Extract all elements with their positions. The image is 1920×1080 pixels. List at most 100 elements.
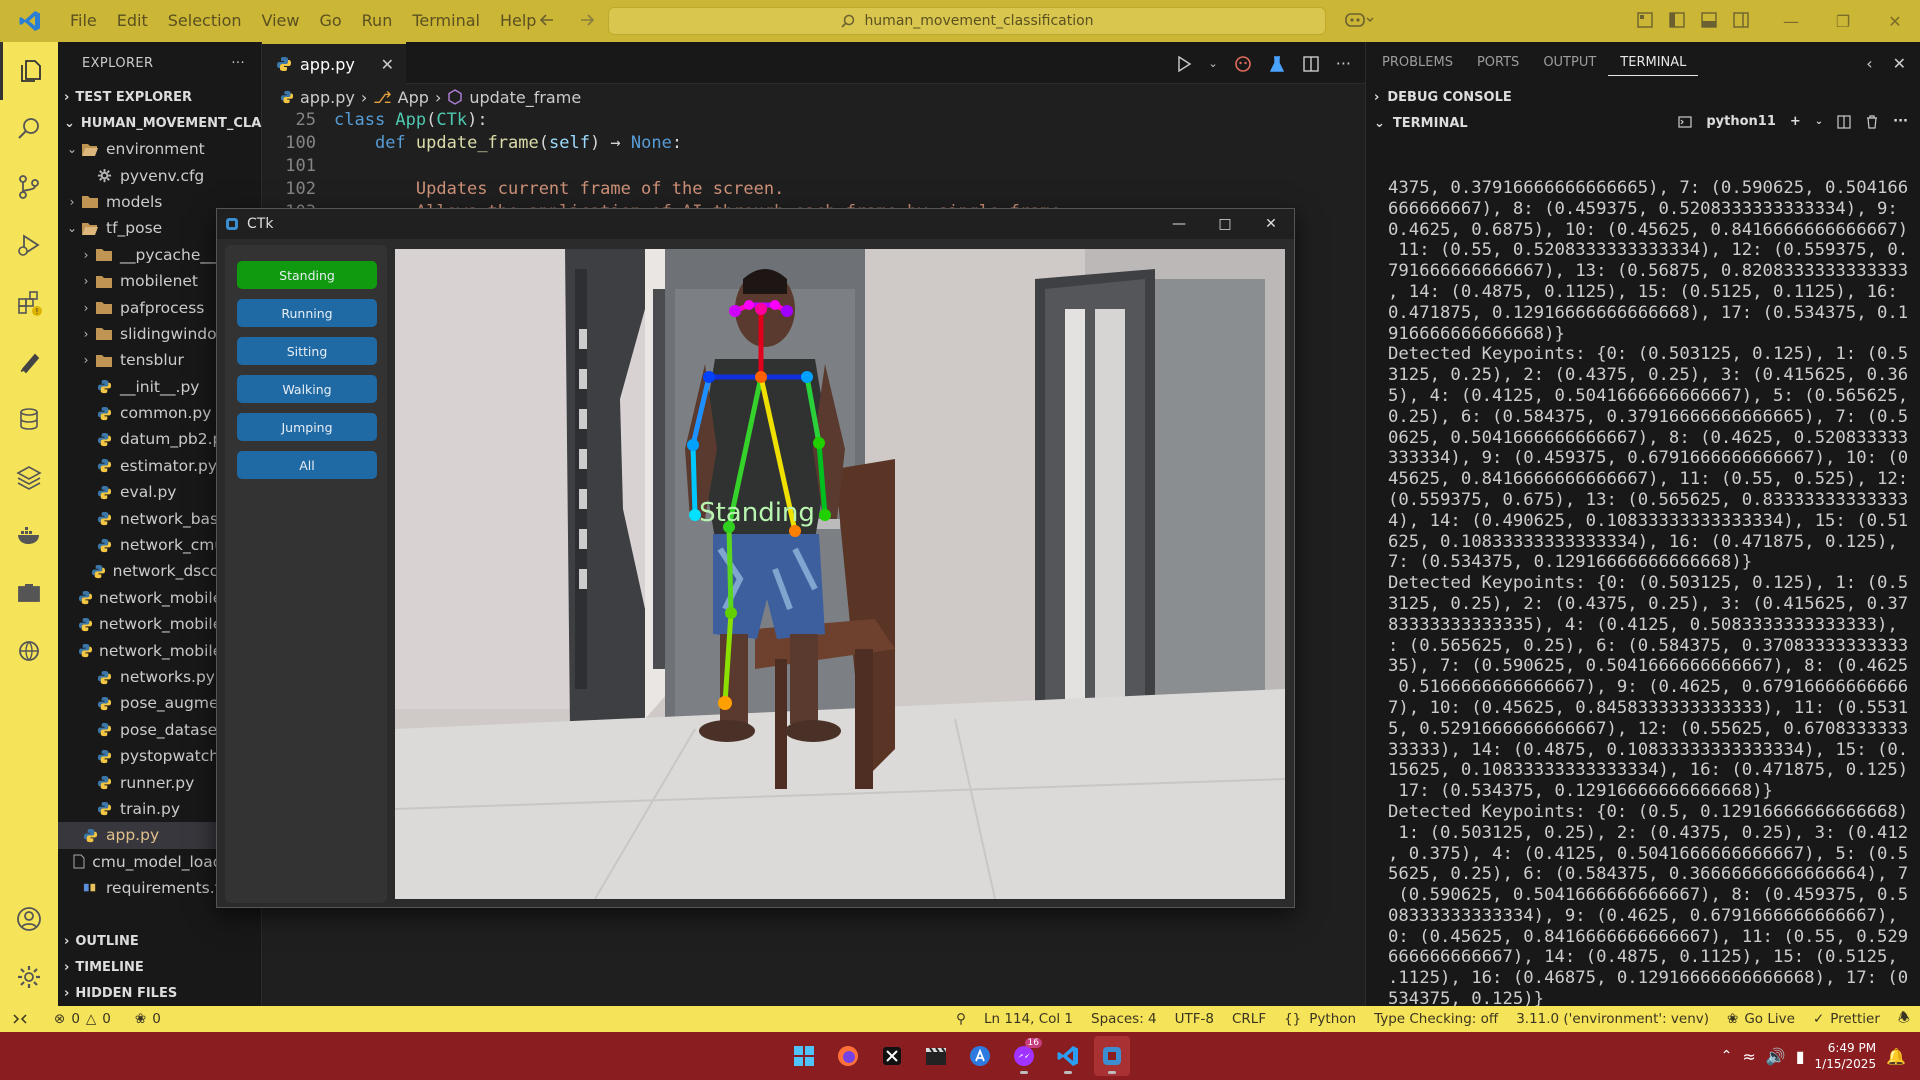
chevron-down-icon[interactable]: ⌄: [1815, 116, 1823, 127]
type-checking[interactable]: Type Checking: off: [1374, 1011, 1498, 1027]
explorer-icon[interactable]: [0, 42, 58, 100]
tab-app-py[interactable]: app.py ✕: [262, 42, 406, 84]
language-mode[interactable]: {} Python: [1284, 1011, 1356, 1027]
vscode-taskbar-icon[interactable]: [1050, 1036, 1086, 1076]
toggle-panel-icon[interactable]: [1700, 11, 1718, 29]
indentation[interactable]: Spaces: 4: [1091, 1011, 1157, 1027]
account-icon[interactable]: [0, 890, 58, 948]
messenger-icon[interactable]: 16: [1006, 1036, 1042, 1076]
breadcrumb-file[interactable]: app.py: [300, 88, 355, 107]
database-icon[interactable]: [0, 390, 58, 448]
menu-edit[interactable]: Edit: [107, 0, 158, 42]
toggle-sidebar-icon[interactable]: [1668, 11, 1686, 29]
line-ending[interactable]: CRLF: [1232, 1011, 1266, 1027]
firefox-icon[interactable]: [830, 1036, 866, 1076]
chevron-up-icon[interactable]: ⌃: [1721, 1048, 1733, 1064]
remote-explorer-icon[interactable]: [0, 564, 58, 622]
terminal-output[interactable]: 4375, 0.37916666666666665), 7: (0.590625…: [1388, 178, 1908, 1008]
app-store-icon[interactable]: [962, 1036, 998, 1076]
more-actions-icon[interactable]: ···: [231, 56, 245, 71]
clapperboard-icon[interactable]: [918, 1036, 954, 1076]
tab-ports[interactable]: PORTS: [1465, 42, 1531, 84]
outline-section[interactable]: › OUTLINE: [58, 928, 262, 954]
wifi-icon[interactable]: ≈: [1742, 1047, 1755, 1066]
command-center-search[interactable]: human_movement_classification: [608, 7, 1326, 35]
editor-more-icon[interactable]: ···: [1336, 54, 1351, 73]
copilot-icon[interactable]: [1344, 11, 1374, 29]
cursor-position[interactable]: Ln 114, Col 1: [984, 1011, 1073, 1027]
sitting-button[interactable]: Sitting: [237, 337, 377, 365]
tree-item[interactable]: ⌄ environment: [58, 136, 261, 162]
globe-icon[interactable]: [0, 622, 58, 680]
maximize-button[interactable]: ❐: [1817, 0, 1869, 42]
notifications-bell-icon[interactable]: 🕭: [1898, 1008, 1910, 1031]
problems-indicator[interactable]: ⊗ 0 △ 0: [54, 1011, 111, 1027]
prettier[interactable]: ✓ Prettier: [1813, 1011, 1880, 1027]
menu-view[interactable]: View: [252, 0, 310, 42]
tab-problems[interactable]: PROBLEMS: [1370, 42, 1465, 84]
breadcrumb-class[interactable]: App: [398, 88, 429, 107]
tab-output[interactable]: OUTPUT: [1531, 42, 1608, 84]
all-button[interactable]: All: [237, 451, 377, 479]
docker-icon[interactable]: [0, 506, 58, 564]
battery-icon[interactable]: ▮: [1796, 1047, 1805, 1066]
encoding[interactable]: UTF-8: [1175, 1011, 1214, 1027]
layers-icon[interactable]: [0, 448, 58, 506]
run-debug-icon[interactable]: [0, 216, 58, 274]
toggle-secondary-sidebar-icon[interactable]: [1732, 11, 1750, 29]
new-terminal-icon[interactable]: +: [1790, 114, 1801, 129]
run-python-icon[interactable]: [1175, 55, 1193, 73]
walking-button[interactable]: Walking: [237, 375, 377, 403]
system-clock[interactable]: 6:49 PM 1/15/2025: [1815, 1040, 1877, 1072]
terminal-more-icon[interactable]: ···: [1893, 114, 1908, 129]
workspace-root-section[interactable]: ⌄ HUMAN_MOVEMENT_CLA...: [58, 110, 276, 136]
menu-file[interactable]: File: [60, 0, 107, 42]
hidden-files-section[interactable]: › HIDDEN FILES: [58, 980, 262, 1006]
forward-arrow-icon[interactable]: [578, 11, 596, 29]
ports-indicator[interactable]: ❀ 0: [135, 1011, 161, 1027]
remote-indicator[interactable]: [0, 1006, 40, 1032]
close-button[interactable]: ✕: [1869, 0, 1920, 42]
terminal-shell-name[interactable]: python11: [1706, 114, 1776, 129]
tab-terminal[interactable]: TERMINAL: [1608, 51, 1699, 76]
jumping-button[interactable]: Jumping: [237, 413, 377, 441]
test-explorer-section[interactable]: › TEST EXPLORER: [58, 84, 261, 110]
split-terminal-icon[interactable]: [1837, 114, 1851, 129]
zoom-icon[interactable]: ⚲: [956, 1011, 966, 1027]
volume-icon[interactable]: 🔊: [1766, 1047, 1786, 1066]
menu-go[interactable]: Go: [309, 0, 351, 42]
split-editor-icon[interactable]: [1302, 55, 1320, 73]
timeline-section[interactable]: › TIMELINE: [58, 954, 262, 980]
back-arrow-icon[interactable]: [538, 11, 556, 29]
menu-run[interactable]: Run: [352, 0, 403, 42]
testing-icon[interactable]: [1268, 55, 1286, 73]
capcut-icon[interactable]: [874, 1036, 910, 1076]
breadcrumb-method[interactable]: update_frame: [469, 88, 581, 107]
extensions-icon[interactable]: !: [0, 274, 58, 332]
standing-button[interactable]: Standing: [237, 261, 377, 289]
ctk-maximize-button[interactable]: □: [1202, 209, 1248, 239]
trash-icon[interactable]: [1865, 114, 1879, 129]
source-control-icon[interactable]: [0, 158, 58, 216]
menu-terminal[interactable]: Terminal: [402, 0, 490, 42]
ctk-close-button[interactable]: ✕: [1248, 209, 1294, 239]
debug-console-section[interactable]: › DEBUG CONSOLE: [1366, 84, 1920, 110]
minimize-button[interactable]: —: [1765, 0, 1817, 42]
menu-selection[interactable]: Selection: [158, 0, 252, 42]
windows-start-icon[interactable]: [786, 1036, 822, 1076]
layout-customize-icon[interactable]: [1636, 11, 1654, 29]
search-activity-icon[interactable]: [0, 100, 58, 158]
tree-item[interactable]: pyvenv.cfg: [58, 162, 261, 188]
terminal-section[interactable]: ⌄ TERMINAL python11 + ⌄ ···: [1366, 110, 1920, 136]
close-tab-icon[interactable]: ✕: [381, 55, 394, 74]
notification-bell-icon[interactable]: 🔔: [1886, 1047, 1906, 1066]
run-dropdown-icon[interactable]: ⌄: [1209, 57, 1218, 70]
copilot-chat-icon[interactable]: [1234, 55, 1252, 73]
running-button[interactable]: Running: [237, 299, 377, 327]
close-panel-icon[interactable]: ✕: [1893, 54, 1906, 73]
ctk-taskbar-icon[interactable]: [1094, 1036, 1130, 1076]
settings-gear-icon[interactable]: [0, 948, 58, 1006]
python-interpreter[interactable]: 3.11.0 ('environment': venv): [1516, 1011, 1709, 1027]
testing-flask-icon[interactable]: [0, 332, 58, 390]
go-live[interactable]: ❀ Go Live: [1727, 1011, 1795, 1027]
